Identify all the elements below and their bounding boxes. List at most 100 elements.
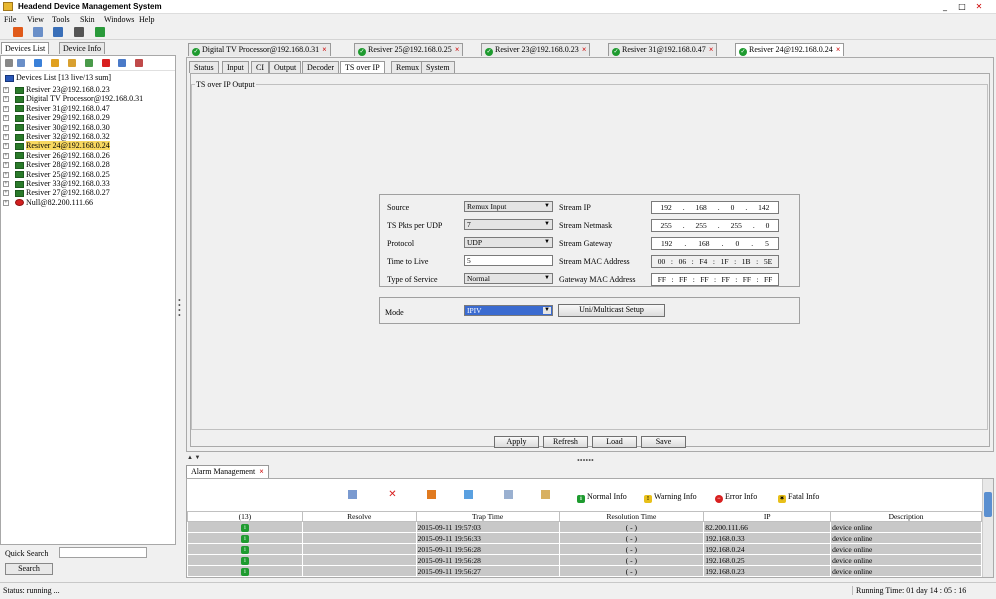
trash-icon[interactable]	[464, 490, 473, 499]
save-button[interactable]: Save	[641, 436, 686, 448]
tree-device-item[interactable]: + Resiver 27@192.168.0.27	[3, 188, 175, 197]
tab-ci[interactable]: CI	[251, 61, 269, 73]
tab-alarm-management[interactable]: Alarm Management ×	[186, 465, 269, 478]
menu-skin[interactable]: Skin	[80, 15, 95, 24]
expand-icon[interactable]: +	[3, 143, 9, 150]
device-tab-4[interactable]: ✓ Resiver 31@192.168.0.47 ×	[608, 43, 718, 56]
minimize-button[interactable]: _	[938, 1, 952, 12]
pkts-select[interactable]: 7 ▼	[464, 219, 553, 230]
tab-close-icon[interactable]: ×	[455, 45, 460, 54]
scrollbar-thumb[interactable]	[984, 492, 992, 517]
tree-device-item[interactable]: + Resiver 26@192.168.0.26	[3, 151, 175, 160]
device-tab-5[interactable]: ✓ Resiver 24@192.168.0.24 ×	[735, 43, 845, 56]
export-icon[interactable]	[541, 490, 550, 499]
mode-select[interactable]: IPIV ▼	[464, 305, 553, 316]
tab-ts-over-ip[interactable]: TS over IP	[340, 61, 385, 73]
protocol-select[interactable]: UDP ▼	[464, 237, 553, 248]
col-description[interactable]: Description	[830, 511, 982, 522]
collapse-arrows-icon[interactable]: ▲ ▼	[187, 455, 200, 461]
source-select[interactable]: Remux Input ▼	[464, 201, 553, 212]
tree-device-item[interactable]: + Resiver 33@192.168.0.33	[3, 179, 175, 188]
alarm-row[interactable]: i 2015-09-11 19:56:28( - ) 192.168.0.25 dev…	[187, 554, 982, 566]
tree-device-item[interactable]: + Digital TV Processor@192.168.0.31	[3, 94, 175, 103]
tab-device-info[interactable]: Device Info	[59, 42, 105, 54]
search-icon[interactable]	[17, 59, 25, 67]
tree-device-item[interactable]: + Resiver 24@192.168.0.24	[3, 141, 175, 151]
expand-icon[interactable]: +	[3, 152, 9, 159]
tab-close-icon[interactable]: ×	[709, 45, 714, 54]
tab-input[interactable]: Input	[222, 61, 249, 73]
expand-icon[interactable]: +	[3, 190, 9, 197]
alarm-scrollbar[interactable]	[982, 479, 993, 577]
horizontal-splitter[interactable]: ••••••	[577, 456, 594, 465]
printer-icon[interactable]	[74, 27, 84, 37]
expand-icon[interactable]: +	[3, 87, 9, 93]
tree-device-item[interactable]: + Resiver 28@192.168.0.28	[3, 160, 175, 169]
load-button[interactable]: Load	[592, 436, 637, 448]
document-icon[interactable]	[504, 490, 513, 499]
tree-device-item[interactable]: + Resiver 23@192.168.0.23	[3, 85, 175, 94]
expand-icon[interactable]: +	[3, 115, 9, 122]
alarm-row[interactable]: i 2015-09-11 19:56:33( - ) 192.168.0.33 dev…	[187, 532, 982, 544]
tos-select[interactable]: Normal ▼	[464, 273, 553, 284]
tree-device-item[interactable]: + Resiver 25@192.168.0.25	[3, 170, 175, 179]
expand-icon[interactable]: +	[3, 199, 9, 206]
tree-device-item[interactable]: + Null@82.200.111.66	[3, 198, 175, 207]
expand-icon[interactable]: +	[3, 133, 9, 140]
tree-device-item[interactable]: + Resiver 30@192.168.0.30	[3, 123, 175, 132]
refresh-button[interactable]: Refresh	[543, 436, 588, 448]
export-icon[interactable]	[135, 59, 143, 67]
refresh-icon[interactable]	[427, 490, 436, 499]
delete-icon[interactable]: ✕	[388, 490, 397, 500]
tab-decoder[interactable]: Decoder	[302, 61, 340, 73]
tab-close-icon[interactable]: ×	[322, 45, 327, 54]
stream-ip-input[interactable]: 192. 168. 0. 142	[651, 201, 779, 214]
device-add-icon[interactable]	[95, 27, 105, 37]
expand-icon[interactable]: +	[3, 180, 9, 187]
tab-devices-list[interactable]: Devices List	[1, 42, 50, 54]
menu-file[interactable]: File	[4, 15, 16, 24]
ttl-input[interactable]: 5	[464, 255, 553, 266]
monitor-icon[interactable]	[33, 27, 43, 37]
col-trap-time[interactable]: Trap Time	[415, 511, 560, 522]
menu-help[interactable]: Help	[139, 15, 155, 24]
refresh-icon[interactable]	[68, 59, 76, 67]
close-button[interactable]: ✕	[972, 1, 986, 12]
search-button[interactable]: Search	[5, 563, 53, 575]
expand-icon[interactable]: +	[3, 162, 9, 169]
quick-search-input[interactable]	[59, 547, 147, 558]
expand-icon[interactable]: +	[3, 171, 9, 178]
exit-icon[interactable]	[13, 27, 23, 37]
device-tab-3[interactable]: ✓ Resiver 23@192.168.0.23 ×	[481, 43, 591, 56]
expand-icon[interactable]: +	[3, 105, 9, 112]
tab-system[interactable]: System	[421, 61, 455, 73]
vertical-splitter[interactable]: • • • •	[178, 297, 182, 320]
device-tab-1[interactable]: ✓ Digital TV Processor@192.168.0.31 ×	[188, 43, 331, 56]
menu-tools[interactable]: Tools	[52, 15, 70, 24]
device-tab-2[interactable]: ✓ Resiver 25@192.168.0.25 ×	[354, 43, 464, 56]
tab-close-icon[interactable]: ×	[836, 45, 841, 54]
tree-root[interactable]: Devices List [13 live/13 sum]	[3, 73, 175, 82]
menu-view[interactable]: View	[27, 15, 44, 24]
col-count[interactable]: (13)	[187, 511, 303, 522]
tree-device-item[interactable]: + Resiver 29@192.168.0.29	[3, 113, 175, 122]
col-resolution-time[interactable]: Resolution Time	[558, 511, 705, 522]
expand-icon[interactable]: +	[3, 124, 9, 131]
view-icon[interactable]	[348, 490, 357, 499]
connect-icon[interactable]	[51, 59, 59, 67]
delete-icon[interactable]	[102, 59, 110, 67]
multicast-setup-button[interactable]: Uni/Multicast Setup	[558, 304, 665, 317]
col-resolve[interactable]: Resolve	[301, 511, 417, 522]
tab-output[interactable]: Output	[269, 61, 302, 73]
tab-close-icon[interactable]: ×	[259, 467, 264, 476]
tree-device-item[interactable]: + Resiver 31@192.168.0.47	[3, 104, 175, 113]
tree-device-item[interactable]: + Resiver 32@192.168.0.32	[3, 132, 175, 141]
user-icon[interactable]	[53, 27, 63, 37]
expand-icon[interactable]: +	[3, 96, 9, 103]
restore-button[interactable]: □	[955, 1, 969, 12]
netmask-input[interactable]: 255. 255. 255. 0	[651, 219, 779, 232]
tab-remux[interactable]: Remux	[391, 61, 425, 73]
apply-button[interactable]: Apply	[494, 436, 539, 448]
import-icon[interactable]	[85, 59, 93, 67]
save-icon[interactable]	[118, 59, 126, 67]
